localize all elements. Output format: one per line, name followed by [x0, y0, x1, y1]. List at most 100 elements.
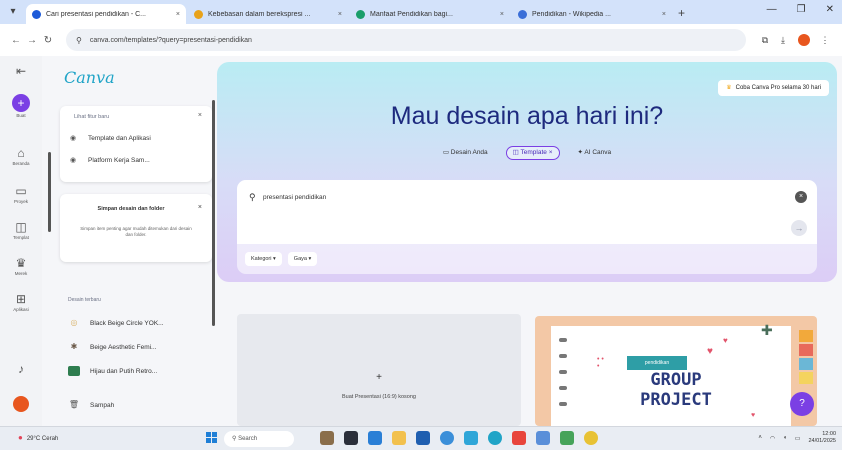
- create-blank-tile[interactable]: + Buat Presentasi (16:9) kosong: [237, 314, 521, 426]
- design-thumbnail-icon: [68, 366, 80, 376]
- design-thumbnail-icon: ◎: [70, 318, 78, 327]
- menu-icon[interactable]: ⋮: [816, 35, 834, 46]
- maximize-icon[interactable]: ❐: [797, 4, 806, 15]
- rail-templates[interactable]: ◫ Templat: [3, 220, 39, 240]
- app-icon[interactable]: [440, 431, 454, 445]
- extensions-icon[interactable]: ⧉: [756, 35, 774, 46]
- folder-icon: ▭: [15, 184, 27, 198]
- recent-label: Sampah: [90, 401, 115, 409]
- close-icon[interactable]: ×: [198, 204, 202, 211]
- template-tile[interactable]: • • • pendidikan GROUP PROJECT ♥ ♥ ♥ ✚: [535, 316, 817, 426]
- filter-category[interactable]: Kategori ▾: [245, 252, 282, 266]
- wifi-icon[interactable]: ◠: [770, 435, 775, 442]
- app-icon[interactable]: [416, 431, 430, 445]
- chevron-up-icon[interactable]: ˄: [758, 435, 762, 441]
- minimize-icon[interactable]: —: [767, 4, 777, 15]
- card-title: Simpan desain dan folder: [97, 206, 165, 212]
- rail-collapse[interactable]: ⇤: [3, 64, 39, 78]
- search-icon: ⚲: [249, 192, 256, 202]
- canva-logo[interactable]: Canva: [64, 68, 115, 87]
- plus-icon: +: [376, 372, 382, 383]
- heart-icon: ♥: [723, 336, 728, 345]
- decor-dots-icon: • • •: [597, 356, 604, 370]
- rail-apps[interactable]: ⊞ Aplikasi: [3, 292, 39, 312]
- whats-new-item[interactable]: ◉ Platform Kerja Sam...: [70, 156, 150, 165]
- sidebar: Canva Lihat fitur baru × ◉ Template dan …: [50, 56, 214, 426]
- sidebar-scrollbar[interactable]: [212, 100, 215, 326]
- left-rail: ⇤ + Buat ⌂ Beranda ▭ Proyek ◫ Templat ♛ …: [0, 56, 42, 426]
- forward-icon[interactable]: →: [24, 35, 40, 46]
- folder-icon: ▭: [442, 149, 451, 156]
- search-input[interactable]: [263, 190, 743, 204]
- tab-title: Cari presentasi pendidikan - C...: [46, 10, 146, 18]
- tab-favicon: [356, 9, 365, 19]
- recent-design-item[interactable]: ✱ Beige Aesthetic Femi...: [68, 342, 157, 352]
- recent-design-item[interactable]: Hijau dan Putih Retro...: [68, 366, 157, 376]
- back-icon[interactable]: ←: [8, 35, 24, 46]
- template-title: GROUP PROJECT: [611, 370, 741, 410]
- profile-avatar[interactable]: [798, 34, 810, 46]
- recent-design-item[interactable]: ◎ Black Beige Circle YOK...: [68, 318, 164, 328]
- app-icon[interactable]: [488, 431, 502, 445]
- app-icon[interactable]: [536, 431, 550, 445]
- help-button[interactable]: ?: [790, 392, 814, 416]
- pushpin-icon: ✚: [761, 322, 773, 338]
- rail-account[interactable]: [3, 396, 39, 412]
- tab-ai-canva[interactable]: ✦ AI Canva: [572, 146, 618, 160]
- close-icon[interactable]: ×: [662, 11, 666, 18]
- app-icon[interactable]: [560, 431, 574, 445]
- search-mode-tabs: ▭ Desain Anda ◫ Template × ✦ AI Canva: [217, 146, 837, 160]
- clock[interactable]: 12:00 24/01/2025: [808, 431, 836, 445]
- url-field[interactable]: ⚲ canva.com/templates/?query=presentasi-…: [66, 29, 746, 51]
- edge-icon[interactable]: [464, 431, 478, 445]
- windows-start-icon[interactable]: [206, 432, 218, 444]
- taskbar-apps: [320, 431, 598, 445]
- close-icon[interactable]: ×: [500, 11, 504, 18]
- submit-search-icon[interactable]: →: [791, 220, 807, 236]
- rail-notifications[interactable]: ♪: [3, 362, 39, 376]
- close-icon[interactable]: ×: [547, 149, 553, 156]
- download-icon[interactable]: ⤓: [774, 35, 792, 46]
- tab-menu-icon[interactable]: ▾: [6, 5, 20, 19]
- app-icon[interactable]: [320, 431, 334, 445]
- close-window-icon[interactable]: ✕: [826, 4, 834, 15]
- browser-tab-2[interactable]: Kebebasan dalam berekspresi ... ×: [188, 4, 348, 24]
- avatar: [13, 396, 29, 412]
- new-tab-button[interactable]: +: [678, 6, 685, 20]
- save-designs-card: Simpan desain dan folder × Simpan item p…: [60, 194, 212, 262]
- tab-templates[interactable]: ◫ Template ×: [505, 146, 560, 160]
- trash-icon: 🗑: [68, 400, 80, 409]
- close-icon[interactable]: ×: [338, 11, 342, 18]
- browser-tab-3[interactable]: Manfaat Pendidikan bagi... ×: [350, 4, 510, 24]
- color-tab: [799, 330, 813, 342]
- close-icon[interactable]: ×: [176, 11, 180, 18]
- trash-item[interactable]: 🗑 Sampah: [68, 400, 114, 410]
- taskbar-search[interactable]: ⚲ Search: [224, 431, 294, 447]
- weather-widget[interactable]: ● 29°C Cerah: [18, 433, 58, 442]
- close-icon[interactable]: ×: [198, 112, 202, 119]
- app-icon[interactable]: [512, 431, 526, 445]
- rail-projects[interactable]: ▭ Proyek: [3, 184, 39, 204]
- chrome-icon[interactable]: [584, 431, 598, 445]
- rail-create[interactable]: + Buat: [3, 94, 39, 118]
- tab-title: Manfaat Pendidikan bagi...: [370, 10, 453, 18]
- site-info-icon[interactable]: ⚲: [76, 36, 82, 45]
- binder-ring: [559, 386, 567, 390]
- rail-home[interactable]: ⌂ Beranda: [3, 146, 39, 166]
- browser-tab-strip: ▾ Cari presentasi pendidikan - C... × Ke…: [0, 0, 842, 24]
- app-icon[interactable]: [344, 431, 358, 445]
- tab-your-designs[interactable]: ▭ Desain Anda: [437, 146, 494, 160]
- battery-icon[interactable]: ▭: [795, 435, 801, 442]
- whats-new-item[interactable]: ◉ Template dan Aplikasi: [70, 134, 151, 143]
- try-pro-button[interactable]: ♛ Coba Canva Pro selama 30 hari: [718, 80, 829, 96]
- folder-icon[interactable]: [392, 431, 406, 445]
- clear-search-icon[interactable]: ×: [795, 191, 807, 203]
- browser-tab-1[interactable]: Cari presentasi pendidikan - C... ×: [26, 4, 186, 24]
- filter-label: Gaya: [293, 256, 307, 262]
- rail-brand[interactable]: ♛ Merek: [3, 256, 39, 276]
- app-icon[interactable]: [368, 431, 382, 445]
- filter-style[interactable]: Gaya ▾: [287, 252, 318, 266]
- volume-icon[interactable]: ◖: [783, 435, 787, 441]
- browser-tab-4[interactable]: Pendidikan - Wikipedia ... ×: [512, 4, 672, 24]
- reload-icon[interactable]: ↻: [40, 35, 56, 46]
